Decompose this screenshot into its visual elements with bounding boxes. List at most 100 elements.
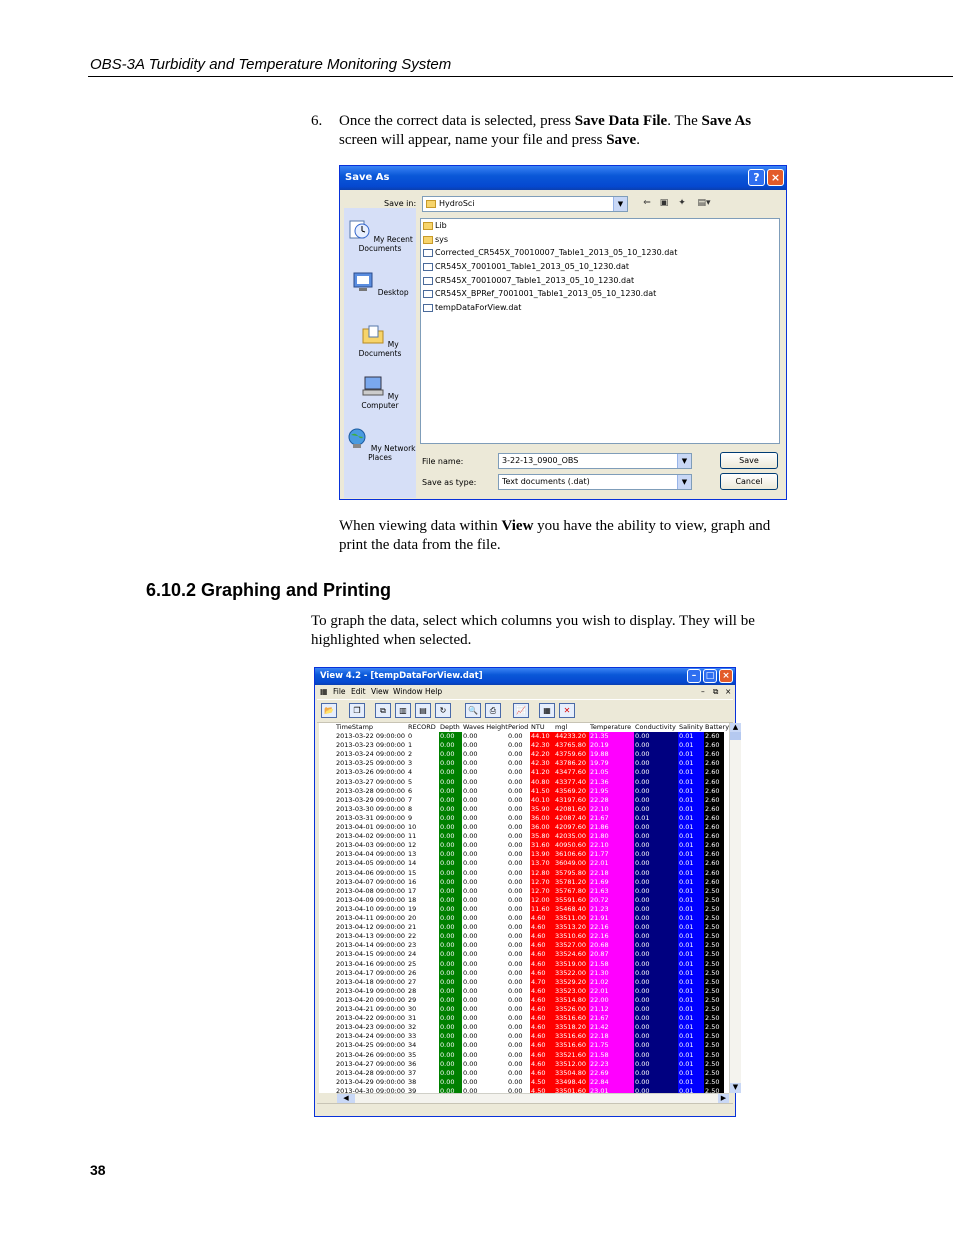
table-cell[interactable]: 19.88	[590, 750, 609, 759]
help-button[interactable]: ?	[748, 169, 765, 186]
column-header[interactable]: Period	[508, 723, 528, 731]
table-cell[interactable]: 0.00	[635, 805, 649, 814]
table-cell[interactable]: 4.60	[531, 914, 545, 923]
table-cell[interactable]: 35795.80	[555, 869, 586, 878]
table-cell[interactable]: 0.00	[508, 869, 522, 878]
copy-icon[interactable]: ❐	[349, 703, 365, 718]
table-cell[interactable]: 4.60	[531, 960, 545, 969]
table-cell[interactable]: 0.00	[440, 1023, 454, 1032]
table-cell[interactable]: 2013-03-23 09:00:00	[336, 741, 405, 750]
table-cell[interactable]: 21.36	[590, 778, 609, 787]
table-cell[interactable]: 2.50	[705, 1005, 719, 1014]
save-as-type-select[interactable]: Text documents (.dat) ▼	[498, 474, 692, 490]
table-cell[interactable]: 2013-04-28 09:00:00	[336, 1069, 405, 1078]
table-cell[interactable]: 0.00	[463, 869, 477, 878]
table-cell[interactable]: 2.50	[705, 1069, 719, 1078]
table-cell[interactable]: 0.00	[440, 950, 454, 959]
table-cell[interactable]: 43477.60	[555, 768, 586, 777]
table-cell[interactable]: 0.00	[635, 878, 649, 887]
table-cell[interactable]: 2.60	[705, 841, 719, 850]
table-cell[interactable]: 0.00	[508, 878, 522, 887]
table-cell[interactable]: 21.77	[590, 850, 609, 859]
table-cell[interactable]: 0.01	[679, 869, 693, 878]
place-desktop[interactable]: Desktop	[344, 271, 416, 297]
table-cell[interactable]: 0.00	[635, 1060, 649, 1069]
table-cell[interactable]: 0.00	[508, 832, 522, 841]
table-cell[interactable]: 0	[408, 732, 412, 741]
table-cell[interactable]: 0.00	[508, 796, 522, 805]
table-cell[interactable]: 2013-04-24 09:00:00	[336, 1032, 405, 1041]
table-cell[interactable]: 36106.60	[555, 850, 586, 859]
table-cell[interactable]: 2013-03-27 09:00:00	[336, 778, 405, 787]
column-header[interactable]: Conductivity	[635, 723, 676, 731]
table-cell[interactable]: 34	[408, 1041, 416, 1050]
table-cell[interactable]: 2013-03-28 09:00:00	[336, 787, 405, 796]
table-cell[interactable]: 2013-04-06 09:00:00	[336, 869, 405, 878]
table-cell[interactable]: 12.70	[531, 878, 550, 887]
table-cell[interactable]: 0.00	[440, 878, 454, 887]
table-cell[interactable]: 0.00	[508, 1005, 522, 1014]
table-cell[interactable]: 35468.40	[555, 905, 586, 914]
table-cell[interactable]: 0.00	[440, 887, 454, 896]
table-cell[interactable]: 0.00	[508, 750, 522, 759]
table-cell[interactable]: 0.00	[635, 1023, 649, 1032]
table-cell[interactable]: 0.00	[635, 960, 649, 969]
table-cell[interactable]: 22.10	[590, 805, 609, 814]
table-cell[interactable]: 0.01	[679, 1060, 693, 1069]
table-cell[interactable]: 0.00	[463, 796, 477, 805]
table-cell[interactable]: 0.00	[508, 850, 522, 859]
table-cell[interactable]: 0.00	[463, 1078, 477, 1087]
table-cell[interactable]: 4.60	[531, 923, 545, 932]
place-my-computer[interactable]: My Computer	[344, 375, 416, 410]
table-cell[interactable]: 44233.20	[555, 732, 586, 741]
file-name-field[interactable]: 3-22-13_0900_OBS ▼	[498, 453, 692, 469]
table-cell[interactable]: 2013-03-29 09:00:00	[336, 796, 405, 805]
table-cell[interactable]: 0.00	[440, 768, 454, 777]
table-cell[interactable]: 2013-04-20 09:00:00	[336, 996, 405, 1005]
table-cell[interactable]: 42.30	[531, 759, 550, 768]
table-cell[interactable]: 6	[408, 787, 412, 796]
table-cell[interactable]: 0.00	[508, 1014, 522, 1023]
table-cell[interactable]: 27	[408, 978, 416, 987]
table-cell[interactable]: 0.00	[635, 732, 649, 741]
table-cell[interactable]: 2.60	[705, 759, 719, 768]
table-cell[interactable]: 0.00	[635, 941, 649, 950]
table-cell[interactable]: 0.00	[635, 987, 649, 996]
table-cell[interactable]: 0.01	[679, 832, 693, 841]
table-cell[interactable]: 0.00	[508, 805, 522, 814]
chevron-down-icon[interactable]: ▼	[613, 197, 627, 211]
table-cell[interactable]: 0.01	[679, 969, 693, 978]
table-cell[interactable]: 33519.00	[555, 960, 586, 969]
table-cell[interactable]: 0.00	[463, 932, 477, 941]
table-cell[interactable]: 21	[408, 923, 416, 932]
table-cell[interactable]: 33512.00	[555, 1060, 586, 1069]
table-cell[interactable]: 21.58	[590, 1051, 609, 1060]
place-my-documents[interactable]: My Documents	[344, 323, 416, 358]
table-cell[interactable]: 31.60	[531, 841, 550, 850]
table-cell[interactable]: 33514.80	[555, 996, 586, 1005]
table-cell[interactable]: 0.00	[440, 869, 454, 878]
table-cell[interactable]: 4.50	[531, 1078, 545, 1087]
table-cell[interactable]: 0.00	[508, 887, 522, 896]
table-cell[interactable]: 0.00	[635, 1005, 649, 1014]
table-cell[interactable]: 0.00	[508, 932, 522, 941]
table-cell[interactable]: 20.87	[590, 950, 609, 959]
tile-vertical-icon[interactable]: ▥	[395, 703, 411, 718]
table-cell[interactable]: 7	[408, 796, 412, 805]
table-cell[interactable]: 2013-03-26 09:00:00	[336, 768, 405, 777]
table-cell[interactable]: 2013-04-10 09:00:00	[336, 905, 405, 914]
table-cell[interactable]: 0.00	[635, 859, 649, 868]
open-folder-icon[interactable]: 📂	[321, 703, 337, 718]
table-cell[interactable]: 43759.60	[555, 750, 586, 759]
table-cell[interactable]: 0.00	[508, 996, 522, 1005]
table-cell[interactable]: 33523.00	[555, 987, 586, 996]
table-cell[interactable]: 0.00	[440, 978, 454, 987]
table-cell[interactable]: 2013-04-09 09:00:00	[336, 896, 405, 905]
table-cell[interactable]: 35.90	[531, 805, 550, 814]
table-cell[interactable]: 33511.00	[555, 914, 586, 923]
table-cell[interactable]: 2013-04-18 09:00:00	[336, 978, 405, 987]
table-cell[interactable]: 33526.00	[555, 1005, 586, 1014]
table-cell[interactable]: 0.01	[679, 996, 693, 1005]
table-cell[interactable]: 0.00	[440, 914, 454, 923]
table-cell[interactable]: 2.60	[705, 796, 719, 805]
